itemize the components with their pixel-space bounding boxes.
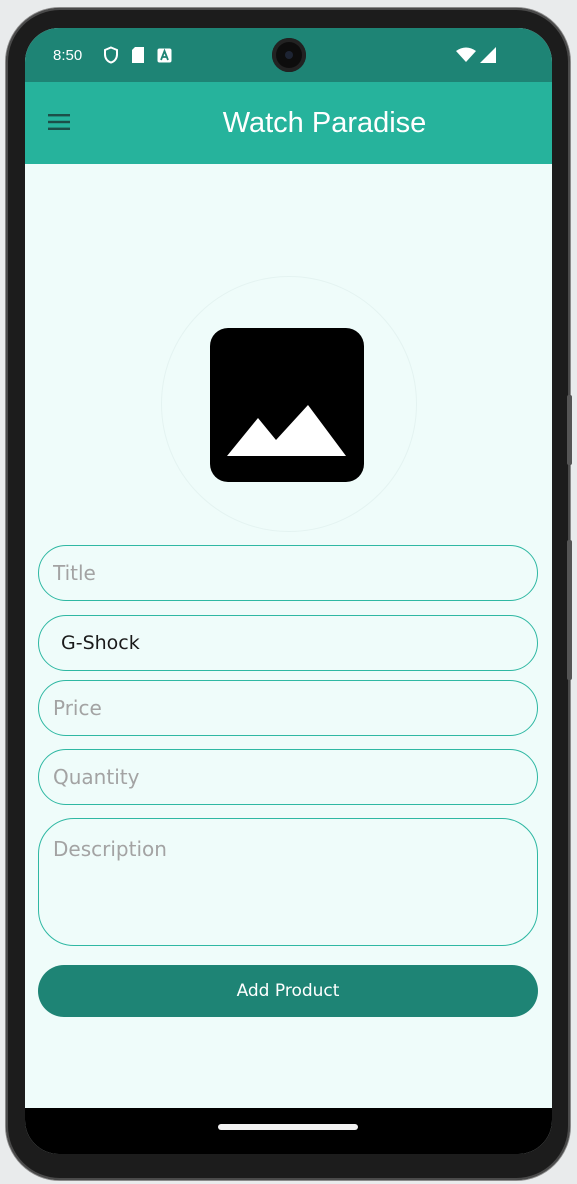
image-placeholder-icon <box>210 328 364 482</box>
description-input[interactable] <box>38 818 538 946</box>
navigation-bar <box>25 1108 552 1154</box>
shield-icon <box>104 46 118 64</box>
status-time: 8:50 <box>53 47 83 64</box>
sd-card-icon <box>132 47 144 63</box>
quantity-input[interactable] <box>38 749 538 805</box>
title-input[interactable] <box>38 545 538 601</box>
brand-input[interactable] <box>38 615 538 671</box>
power-button <box>567 395 572 465</box>
status-bar: 8:50 <box>25 28 552 82</box>
front-camera <box>272 38 306 72</box>
home-indicator[interactable] <box>218 1124 358 1130</box>
volume-button <box>567 540 572 680</box>
app-title: Watch Paradise <box>222 107 427 139</box>
wifi-icon <box>456 47 476 62</box>
add-product-button[interactable]: Add Product <box>38 965 538 1017</box>
status-icons-right <box>456 47 496 63</box>
cellular-signal-icon <box>480 47 496 63</box>
a-icon <box>157 48 172 62</box>
phone-screen: 8:50 Watch Paradise Title G-Shock Price … <box>25 28 552 1154</box>
status-icons-left <box>103 46 172 64</box>
app-bar: Watch Paradise <box>25 82 552 164</box>
price-input[interactable] <box>38 680 538 736</box>
